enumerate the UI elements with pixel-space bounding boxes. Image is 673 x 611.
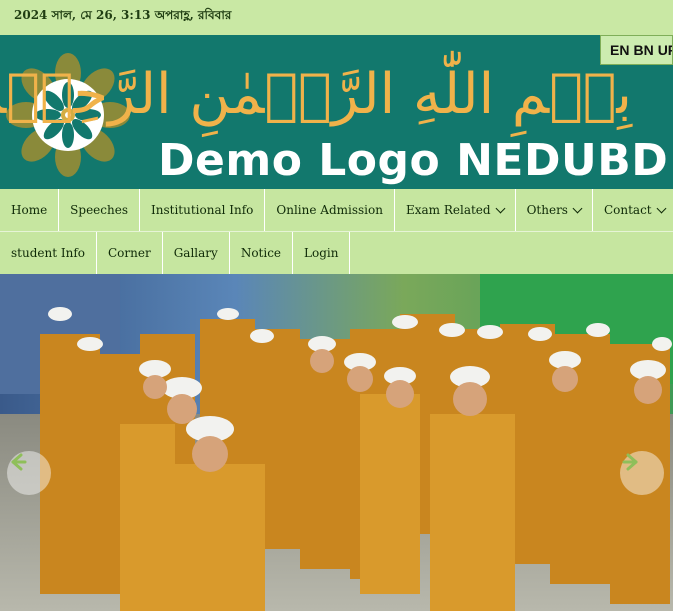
nav-item-label: Contact: [603, 203, 652, 217]
nav-item-institutional-info[interactable]: Institutional Info: [140, 189, 266, 231]
nav-item-label: Login: [304, 246, 339, 260]
nav-item-exam-related[interactable]: Exam Related: [395, 189, 516, 231]
lang-option-en[interactable]: EN: [610, 42, 629, 58]
lang-option-ur[interactable]: UR: [658, 42, 672, 58]
nav-row-2: student Info Corner Gallary Notice Login: [0, 232, 351, 274]
date-time-text: 2024 সাল, মে 26, 3:13 অপরাহ্ণ, রবিবার: [14, 8, 232, 22]
nav-item-label: Others: [526, 203, 568, 217]
nav-item-corner[interactable]: Corner: [97, 232, 163, 274]
main-navigation: Home Speeches Institutional Info Online …: [0, 189, 673, 274]
nav-item-label: Exam Related: [405, 203, 491, 217]
hero-slider[interactable]: [0, 274, 673, 611]
nav-item-home[interactable]: Home: [0, 189, 60, 231]
nav-item-label: Institutional Info: [151, 203, 254, 217]
top-bar: 2024 সাল, মে 26, 3:13 অপরাহ্ণ, রবিবার: [0, 0, 673, 35]
slide-photo-students: [0, 274, 673, 611]
chevron-down-icon: [656, 203, 667, 213]
nav-item-speeches[interactable]: Speeches: [59, 189, 140, 231]
nav-item-online-admission[interactable]: Online Admission: [265, 189, 395, 231]
slider-next-button[interactable]: [620, 451, 664, 495]
slider-prev-button[interactable]: [7, 451, 51, 495]
nav-item-label: Gallary: [173, 246, 218, 260]
nav-item-label: Notice: [240, 246, 282, 260]
chevron-down-icon: [572, 203, 583, 213]
site-logo-text[interactable]: Demo Logo NEDUBD: [158, 135, 668, 186]
nav-item-label: Online Admission: [276, 203, 383, 217]
arrow-right-icon: [622, 453, 638, 471]
nav-item-label: Corner: [108, 246, 151, 260]
nav-item-gallary[interactable]: Gallary: [163, 232, 230, 274]
header-banner: بِسۡمِ اللّٰهِ الرَّحۡمٰنِ الرَّحِیۡمِ D…: [0, 35, 673, 189]
nav-row-1: Home Speeches Institutional Info Online …: [0, 189, 673, 231]
nav-item-label: student Info: [11, 246, 85, 260]
chevron-down-icon: [495, 203, 506, 213]
nav-item-label: Home: [11, 203, 48, 217]
lang-option-bn[interactable]: BN: [633, 42, 653, 58]
nav-item-label: Speeches: [70, 203, 128, 217]
language-switcher[interactable]: ENBN UR: [600, 35, 673, 65]
arrow-left-icon: [11, 453, 27, 471]
nav-item-notice[interactable]: Notice: [230, 232, 294, 274]
nav-item-student-info[interactable]: student Info: [0, 232, 97, 274]
bismillah-calligraphy: بِسۡمِ اللّٰهِ الرَّحۡمٰنِ الرَّحِیۡمِ: [0, 62, 632, 127]
nav-item-contact[interactable]: Contact: [593, 189, 673, 231]
nav-item-login[interactable]: Login: [293, 232, 351, 274]
nav-item-others[interactable]: Others: [516, 189, 593, 231]
